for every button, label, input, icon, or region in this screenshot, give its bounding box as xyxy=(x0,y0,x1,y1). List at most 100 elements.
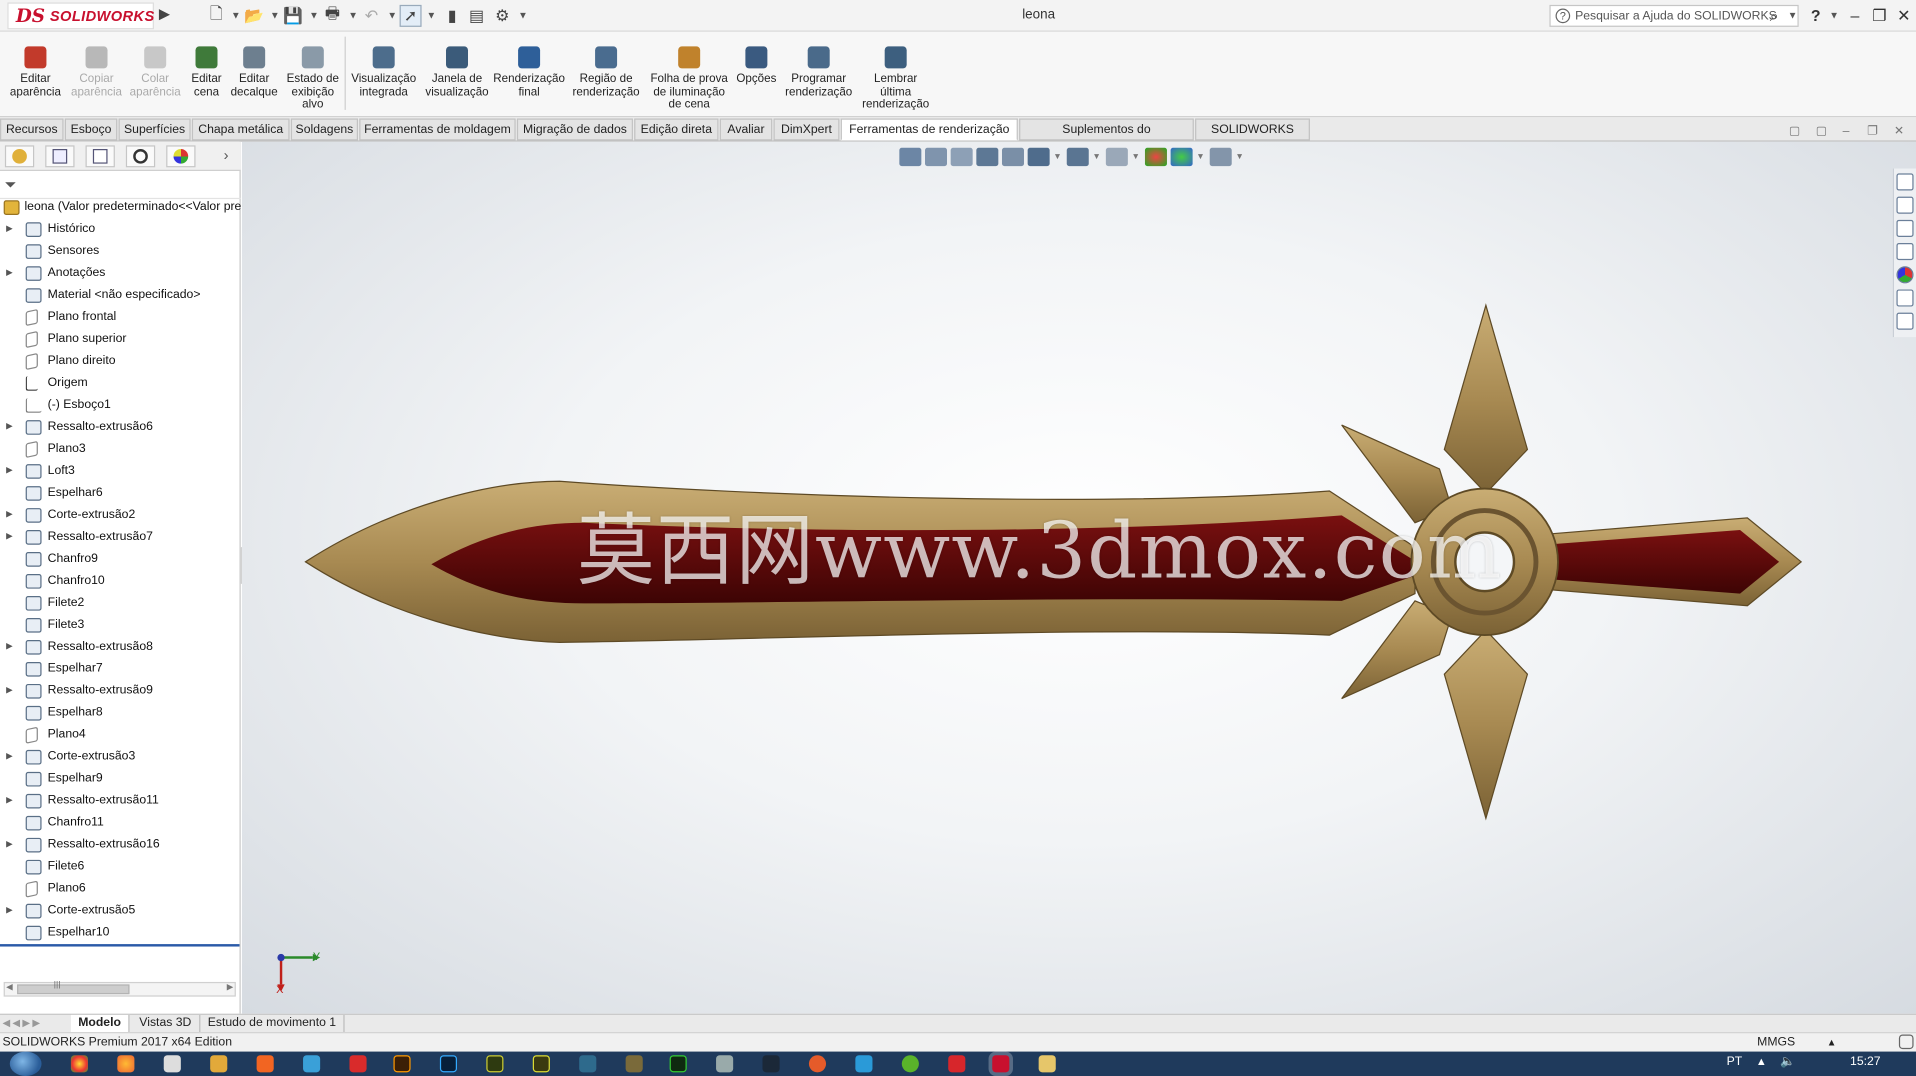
open-folder-icon[interactable]: 📂 xyxy=(243,5,265,27)
photoshop-icon[interactable] xyxy=(439,1055,458,1073)
forum-icon[interactable] xyxy=(1896,312,1914,330)
tree-item[interactable]: ▶ Corte-extrusão5 xyxy=(0,900,241,922)
tab-configuration-manager[interactable] xyxy=(85,145,115,168)
expand-arrow-icon[interactable]: ▶ xyxy=(6,460,13,482)
select-dropdown-caret-icon[interactable]: ▼ xyxy=(426,10,436,21)
scroll-right-arrow-icon[interactable]: ▶ xyxy=(227,982,234,992)
expand-arrow-icon[interactable]: ▶ xyxy=(6,746,13,768)
tree-item[interactable]: Plano6 xyxy=(0,878,241,900)
command-tab[interactable]: Migração de dados xyxy=(516,118,633,141)
file-explorer-taskbar-icon[interactable] xyxy=(1038,1055,1056,1073)
zoom-to-fit-icon[interactable] xyxy=(899,147,922,166)
command-tab[interactable]: Chapa metálica xyxy=(191,118,290,141)
help-button[interactable]: ? xyxy=(1805,5,1827,27)
expand-arrow-icon[interactable]: ▶ xyxy=(6,416,13,438)
display-style-icon[interactable] xyxy=(1066,147,1089,166)
firefox-icon[interactable] xyxy=(117,1055,135,1073)
acrobat-icon[interactable] xyxy=(349,1055,367,1073)
solidworks-resources-home-icon[interactable] xyxy=(1896,173,1914,191)
expand-arrow-icon[interactable]: ▶ xyxy=(6,900,13,922)
command-tab[interactable]: Avaliar xyxy=(719,118,773,141)
bottom-tab[interactable]: Estudo de movimento 1 xyxy=(200,1014,345,1034)
tab-dimxpert-manager[interactable] xyxy=(125,145,156,168)
tree-item[interactable]: ▶ Corte-extrusão3 xyxy=(0,746,241,768)
scene-proof-sheet-button[interactable]: Folha de prova de iluminação de cena xyxy=(648,34,731,115)
copy-appearance-button[interactable]: Copiar aparência xyxy=(68,34,124,115)
tree-item[interactable]: (-) Esboço1 xyxy=(0,394,241,416)
status-tooltip-icon[interactable] xyxy=(1898,1034,1914,1050)
save-dropdown-caret-icon[interactable]: ▼ xyxy=(309,10,319,21)
tree-item[interactable]: ▶ Ressalto-extrusão7 xyxy=(0,526,241,548)
expand-arrow-icon[interactable]: ▶ xyxy=(6,504,13,526)
design-library-icon[interactable] xyxy=(1896,196,1914,214)
game-app-icon[interactable] xyxy=(625,1055,643,1073)
minimize-window-icon[interactable]: – xyxy=(1844,5,1866,27)
bottom-tab[interactable]: Vistas 3D xyxy=(132,1014,200,1034)
tree-item[interactable]: Plano direito xyxy=(0,351,241,373)
steam-icon[interactable] xyxy=(762,1055,780,1073)
tree-item[interactable]: ▶ Corte-extrusão2 xyxy=(0,504,241,526)
xbox-app-icon[interactable] xyxy=(901,1055,919,1073)
hide-show-items-icon[interactable] xyxy=(1105,147,1128,166)
tree-item[interactable]: ▶ Histórico xyxy=(0,219,241,241)
command-tab[interactable]: Esboço xyxy=(64,118,118,141)
expand-arrow-icon[interactable]: ▶ xyxy=(6,636,13,658)
custom-properties-icon[interactable] xyxy=(1896,289,1914,307)
tree-item[interactable]: Espelhar6 xyxy=(0,482,241,504)
command-tab[interactable]: Superfícies xyxy=(118,118,191,141)
view-palette-icon[interactable] xyxy=(1896,243,1914,261)
new-document-icon[interactable]: 🗋 xyxy=(205,4,227,27)
paste-appearance-button[interactable]: Colar aparência xyxy=(130,34,181,115)
solidworks-taskbar-icon[interactable] xyxy=(992,1055,1010,1073)
tree-item[interactable]: Plano superior xyxy=(0,329,241,351)
render-region-button[interactable]: Região de renderização xyxy=(569,34,642,115)
expand-arrow-icon[interactable]: ▶ xyxy=(6,790,13,812)
new-dropdown-caret-icon[interactable]: ▼ xyxy=(231,10,241,21)
tree-item[interactable]: Origem xyxy=(0,373,241,395)
illustrator-app-icon-alt[interactable] xyxy=(210,1055,228,1073)
origin-app-icon[interactable] xyxy=(808,1055,827,1073)
input-language-indicator[interactable]: PT xyxy=(1727,1055,1743,1068)
clock[interactable]: 15:27 xyxy=(1850,1055,1881,1068)
blender-icon[interactable] xyxy=(256,1055,274,1073)
edit-decal-button[interactable]: Editar decalque xyxy=(231,34,278,115)
help-dropdown-caret-icon[interactable]: ▼ xyxy=(1829,10,1839,21)
tree-item[interactable]: Espelhar8 xyxy=(0,702,241,724)
restore-window-icon[interactable]: ❐ xyxy=(1868,5,1890,27)
file-properties-icon[interactable]: ▤ xyxy=(466,5,488,27)
help-search-input[interactable]: ? Pesquisar a Ajuda do SOLIDWORKS xyxy=(1549,4,1799,27)
undo-icon[interactable]: ↶ xyxy=(360,5,382,27)
expand-arrow-icon[interactable]: ▶ xyxy=(6,834,13,856)
viewport-close-icon[interactable]: ✕ xyxy=(1894,125,1904,138)
unit-system[interactable]: MMGS xyxy=(1757,1033,1795,1051)
final-render-button[interactable]: Renderização final xyxy=(493,34,565,115)
tree-item[interactable]: Espelhar7 xyxy=(0,658,241,680)
view-orientation-caret-icon[interactable]: ▼ xyxy=(1053,152,1063,161)
tree-item[interactable]: ▶ Anotações xyxy=(0,263,241,285)
solidworks-logo[interactable]: DS SOLIDWORKS xyxy=(7,2,154,30)
section-view-icon[interactable] xyxy=(976,147,999,166)
command-tab[interactable]: Edição direta xyxy=(634,118,719,141)
tree-item[interactable]: Plano frontal xyxy=(0,307,241,329)
appearances-scenes-icon[interactable] xyxy=(1896,266,1914,284)
tree-item[interactable]: ▶ Ressalto-extrusão6 xyxy=(0,416,241,438)
filter-funnel-icon[interactable]: ⏷ xyxy=(5,176,22,193)
cad-app-icon[interactable] xyxy=(948,1055,966,1073)
open-dropdown-caret-icon[interactable]: ▼ xyxy=(270,10,280,21)
volume-icon[interactable]: 🔈 xyxy=(1780,1055,1795,1068)
illustrator-icon[interactable] xyxy=(393,1055,411,1073)
menu-expand-arrow-icon[interactable]: ▶ xyxy=(159,5,174,27)
unit-system-caret-icon[interactable]: ▲ xyxy=(1827,1033,1837,1051)
tree-horizontal-scrollbar[interactable]: ◀ ||| ▶ xyxy=(3,981,236,997)
command-tab[interactable]: Ferramentas de moldagem xyxy=(359,118,516,141)
apply-scene-icon[interactable] xyxy=(1170,147,1193,166)
tab-property-manager[interactable] xyxy=(45,145,75,168)
command-tab[interactable]: Recursos xyxy=(0,118,64,141)
muse-icon[interactable] xyxy=(486,1055,504,1073)
save-icon[interactable]: 💾 xyxy=(282,5,304,27)
command-tab[interactable]: Ferramentas de renderização xyxy=(840,118,1018,141)
close-window-icon[interactable]: ✕ xyxy=(1893,5,1915,27)
tree-item[interactable]: ▶ Ressalto-extrusão9 xyxy=(0,680,241,702)
recall-last-render-button[interactable]: Lembrar última renderização xyxy=(861,34,929,115)
dreamweaver-icon[interactable] xyxy=(669,1055,687,1073)
